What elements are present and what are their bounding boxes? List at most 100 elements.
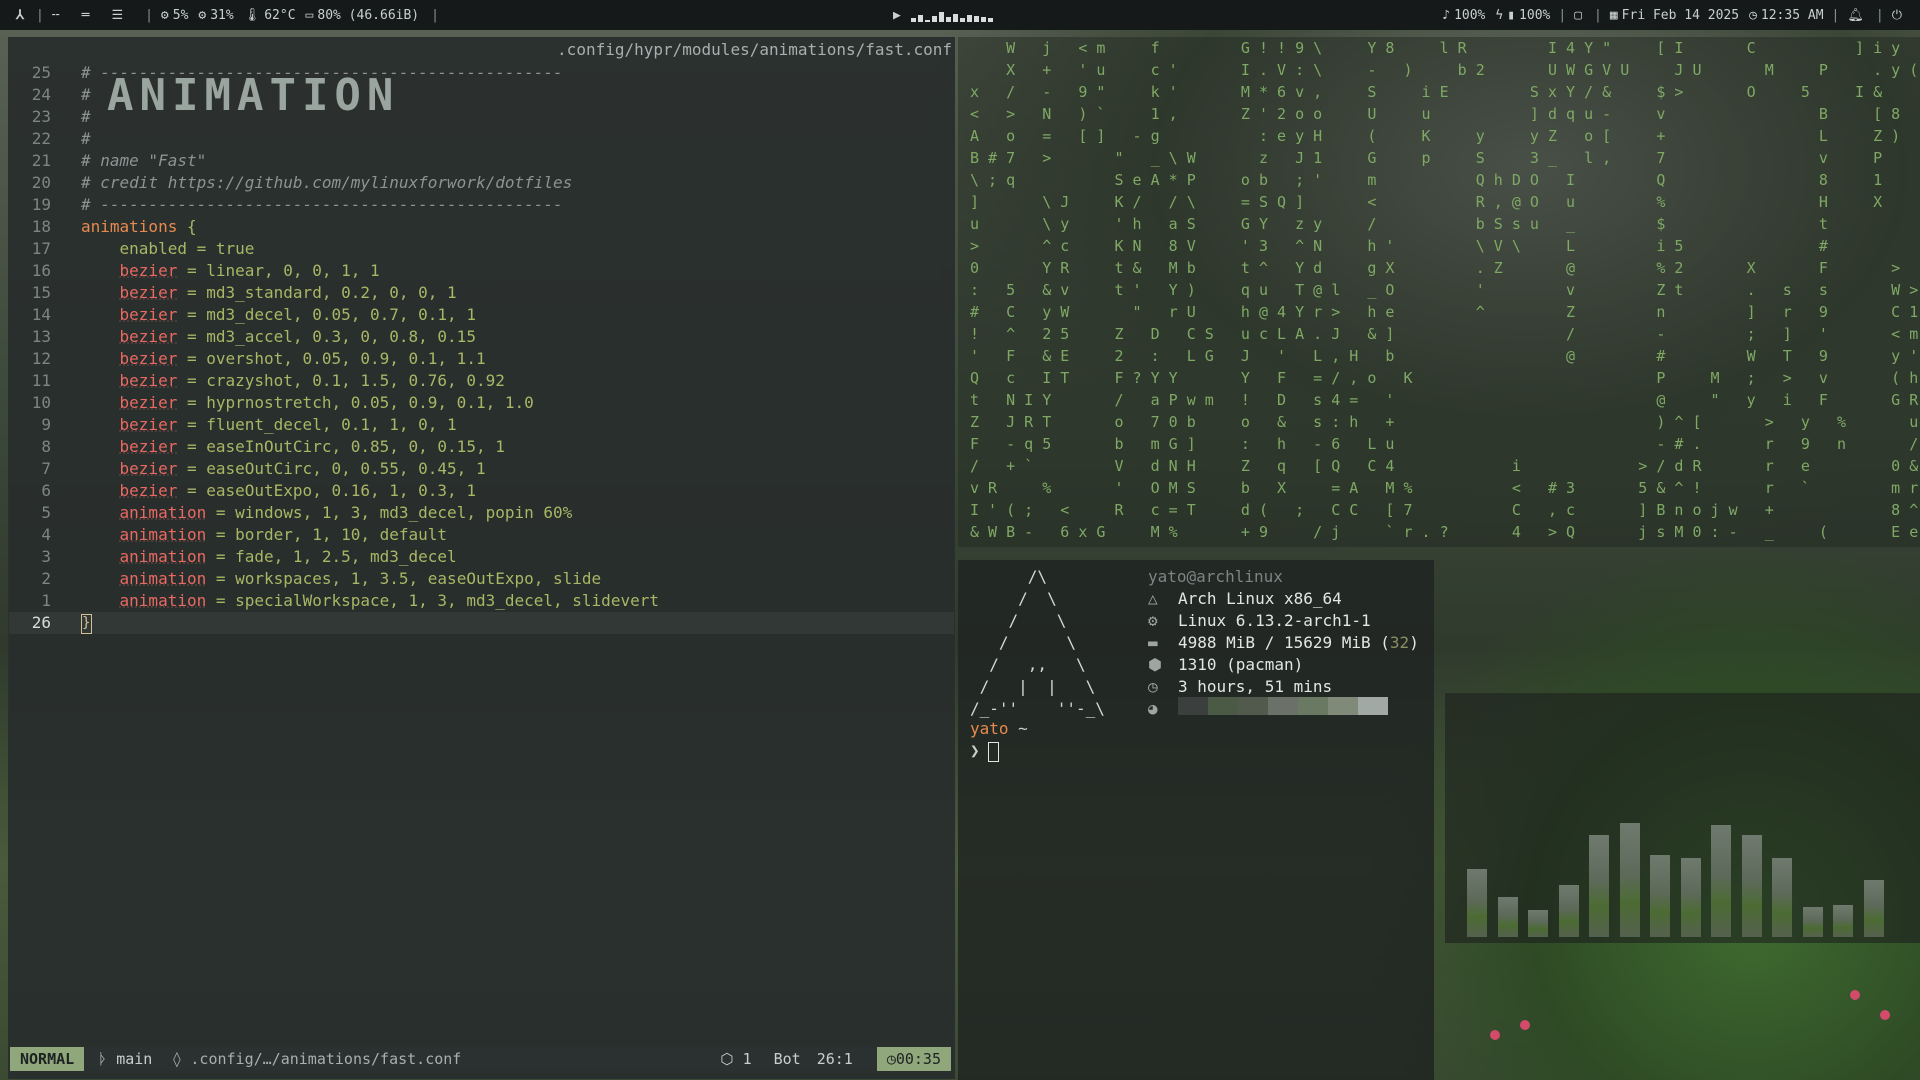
media-bar bbox=[959, 18, 965, 22]
line-content: bezier = linear, 0, 0, 1, 1 bbox=[81, 260, 380, 282]
line-number: 19 bbox=[31, 195, 51, 214]
editor-line[interactable]: 4 animation = border, 1, 10, default bbox=[9, 524, 954, 546]
line-number: 12 bbox=[31, 349, 51, 368]
media-bar bbox=[917, 15, 923, 22]
editor-line[interactable]: 17 enabled = true bbox=[9, 238, 954, 260]
double-bar-icon[interactable]: ═ bbox=[82, 8, 90, 23]
editor-line[interactable]: 16 bezier = linear, 0, 0, 1, 1 bbox=[9, 260, 954, 282]
media-bar bbox=[938, 12, 944, 22]
battery-widget[interactable]: ϟ ▮ 100% bbox=[1495, 8, 1550, 23]
prompt-user: yato bbox=[970, 719, 1009, 738]
config-value: = specialWorkspace, 1, 3, md3_decel, sli… bbox=[206, 591, 659, 610]
line-content: bezier = easeInOutCirc, 0.85, 0, 0.15, 1 bbox=[81, 436, 505, 458]
cpu-widget[interactable]: ⚙ 5% bbox=[161, 8, 188, 23]
line-content: bezier = hyprnostretch, 0.05, 0.9, 0.1, … bbox=[81, 392, 534, 414]
editor-line[interactable]: 14 bezier = md3_decel, 0.05, 0.7, 0.1, 1 bbox=[9, 304, 954, 326]
line-content: animation = border, 1, 10, default bbox=[81, 524, 448, 546]
line-content: # bbox=[81, 106, 91, 128]
editor-line[interactable]: 21 # name "Fast" bbox=[9, 150, 954, 172]
editor-line[interactable]: 20 # credit https://github.com/mylinuxfor… bbox=[9, 172, 954, 194]
matrix-row: A o = [ ] - g : e y H ( K y y Z o [ + L … bbox=[970, 127, 1901, 145]
editor-line[interactable]: 3 animation = fade, 1, 2.5, md3_decel bbox=[9, 546, 954, 568]
config-value: = fluent_decel, 0.1, 1, 0, 1 bbox=[177, 415, 457, 434]
editor-line[interactable]: 2 animation = workspaces, 1, 3.5, easeOu… bbox=[9, 568, 954, 590]
config-value: { bbox=[177, 217, 197, 236]
editor-line[interactable]: 19 # ------------------------------------… bbox=[9, 194, 954, 216]
line-content: animations { bbox=[81, 216, 197, 238]
editor-line[interactable]: 22 # bbox=[9, 128, 954, 150]
status-file: ◊ .config/…/animations/fast.conf bbox=[172, 1050, 461, 1068]
editor-line[interactable]: 12 bezier = overshot, 0.05, 0.9, 0.1, 1.… bbox=[9, 348, 954, 370]
editor-window[interactable]: .config/hypr/modules/animations/fast.con… bbox=[8, 37, 955, 1079]
editor-line[interactable]: 13 bezier = md3_accel, 0.3, 0, 0.8, 0.15 bbox=[9, 326, 954, 348]
palette-swatch bbox=[1238, 697, 1268, 715]
config-key: animation bbox=[119, 547, 207, 566]
matrix-row: ] \ J K / / \ = S Q ] < R , @ O u % H X … bbox=[970, 193, 1920, 211]
media-bar bbox=[966, 15, 972, 22]
play-icon[interactable]: ▶ bbox=[893, 8, 901, 23]
memory-icon: ⚙ bbox=[198, 7, 207, 23]
window-icon[interactable]: ▢ bbox=[1574, 8, 1582, 23]
clock-widget[interactable]: ◷ 12:35 AM bbox=[1749, 8, 1823, 23]
editor-line[interactable]: 5 animation = windows, 1, 3, md3_decel, … bbox=[9, 502, 954, 524]
disk-widget[interactable]: ▭ 80% (46.66iB) bbox=[306, 8, 420, 23]
menu-icon[interactable]: ☰ bbox=[111, 8, 123, 23]
config-value: = border, 1, 10, default bbox=[206, 525, 448, 544]
line-number: 1 bbox=[41, 591, 51, 610]
editor-line[interactable]: 9 bezier = fluent_decel, 0.1, 1, 0, 1 bbox=[9, 414, 954, 436]
editor-buffer[interactable]: 25 # ------------------------------------… bbox=[9, 62, 954, 634]
matrix-row: ! ^ 2 5 Z D C S u c L A . J & ] / - ; ] … bbox=[970, 325, 1920, 343]
top-bar: ⅄ | ╌ ═ ☰ | ⚙ 5% ⚙ 31% 🌡︎ 62°C ▭ 80% (46.66i… bbox=[0, 0, 1920, 30]
bell-icon[interactable]: 🔔︎ bbox=[1847, 8, 1864, 23]
line-content: animation = workspaces, 1, 3.5, easeOutE… bbox=[81, 568, 602, 590]
editor-line[interactable]: 8 bezier = easeInOutCirc, 0.85, 0, 0.15,… bbox=[9, 436, 954, 458]
editor-line[interactable]: 6 bezier = easeOutExpo, 0.16, 1, 0.3, 1 bbox=[9, 480, 954, 502]
matrix-row: / + ` V d N H Z q [ Q C 4 i > / d R r e … bbox=[970, 457, 1920, 475]
matrix-terminal[interactable]: W j < m f G ! ! 9 \ Y 8 l R I 4 Y " [ I … bbox=[958, 37, 1920, 547]
fetch-terminal[interactable]: /\ / \ / \ / \ / ,, \ / | | \ /_-'' ''-_… bbox=[958, 560, 1434, 1080]
temp-widget[interactable]: 🌡︎ 62°C bbox=[244, 8, 296, 23]
line-number: 10 bbox=[31, 393, 51, 412]
info-palette: ◕ bbox=[1148, 697, 1419, 721]
visualizer-bar bbox=[1467, 869, 1487, 937]
config-key: animation bbox=[119, 569, 207, 588]
editor-line[interactable]: 18 animations { bbox=[9, 216, 954, 238]
editor-line[interactable]: 7 bezier = easeOutCirc, 0, 0.55, 0.45, 1 bbox=[9, 458, 954, 480]
info-kernel: ⚙ Linux 6.13.2-arch1-1 bbox=[1148, 610, 1419, 632]
config-key: animation bbox=[119, 525, 207, 544]
cursor-position: 26:1 bbox=[816, 1050, 853, 1068]
palette-swatch bbox=[1268, 697, 1298, 715]
media-widget[interactable]: ▶ bbox=[893, 0, 995, 30]
uptime-value: 3 hours, 51 mins bbox=[1178, 677, 1333, 696]
mem-widget[interactable]: ⚙ 31% bbox=[198, 8, 233, 23]
config-key: animation bbox=[119, 503, 207, 522]
line-content: bezier = md3_standard, 0.2, 0, 0, 1 bbox=[81, 282, 457, 304]
line-content: bezier = fluent_decel, 0.1, 1, 0, 1 bbox=[81, 414, 457, 436]
editor-line[interactable]: 23 # bbox=[9, 106, 954, 128]
volume-widget[interactable]: ♪ 100% bbox=[1442, 8, 1485, 23]
media-bar bbox=[945, 17, 951, 22]
matrix-row: : 5 & v t ' Y ) q u T @ l _ O ' v Z t . … bbox=[970, 281, 1920, 299]
arch-icon[interactable]: ⅄ bbox=[16, 8, 24, 23]
editor-line[interactable]: 26} bbox=[9, 612, 954, 634]
power-icon[interactable]: ⏻ bbox=[1892, 8, 1902, 23]
editor-line[interactable]: 1 animation = specialWorkspace, 1, 3, md… bbox=[9, 590, 954, 612]
line-number: 26 bbox=[31, 613, 51, 632]
editor-line[interactable]: 10 bezier = hyprnostretch, 0.05, 0.9, 0.… bbox=[9, 392, 954, 414]
matrix-row: x / - 9 " k ' M * 6 v , S i E S x Y / & … bbox=[970, 83, 1883, 101]
shell-prompt[interactable]: yato ~ ❯ bbox=[970, 718, 1028, 762]
media-bar bbox=[973, 16, 979, 22]
session-time: ◷00:35 bbox=[876, 1047, 951, 1071]
editor-line[interactable]: 11 bezier = crazyshot, 0.1, 1.5, 0.76, 0… bbox=[9, 370, 954, 392]
matrix-row: u \ y ' h a S G Y z y / b S s u _ $ t c … bbox=[970, 215, 1920, 233]
dash-icon[interactable]: ╌ bbox=[52, 8, 60, 23]
volume-value: 100% bbox=[1454, 7, 1486, 23]
system-info: yato@archlinux △ Arch Linux x86_64 ⚙ Linux… bbox=[1148, 566, 1419, 720]
date-widget[interactable]: ▦ Fri Feb 14 2025 bbox=[1610, 8, 1739, 23]
editor-line[interactable]: 24 # ANIMATION bbox=[9, 74, 954, 118]
comment-text: # credit https://github.com/mylinuxforwo… bbox=[81, 173, 573, 192]
matrix-row: W j < m f G ! ! 9 \ Y 8 l R I 4 Y " [ I … bbox=[970, 39, 1901, 57]
separator: | bbox=[1831, 7, 1840, 23]
color-palette bbox=[1178, 697, 1388, 721]
editor-line[interactable]: 15 bezier = md3_standard, 0.2, 0, 0, 1 bbox=[9, 282, 954, 304]
